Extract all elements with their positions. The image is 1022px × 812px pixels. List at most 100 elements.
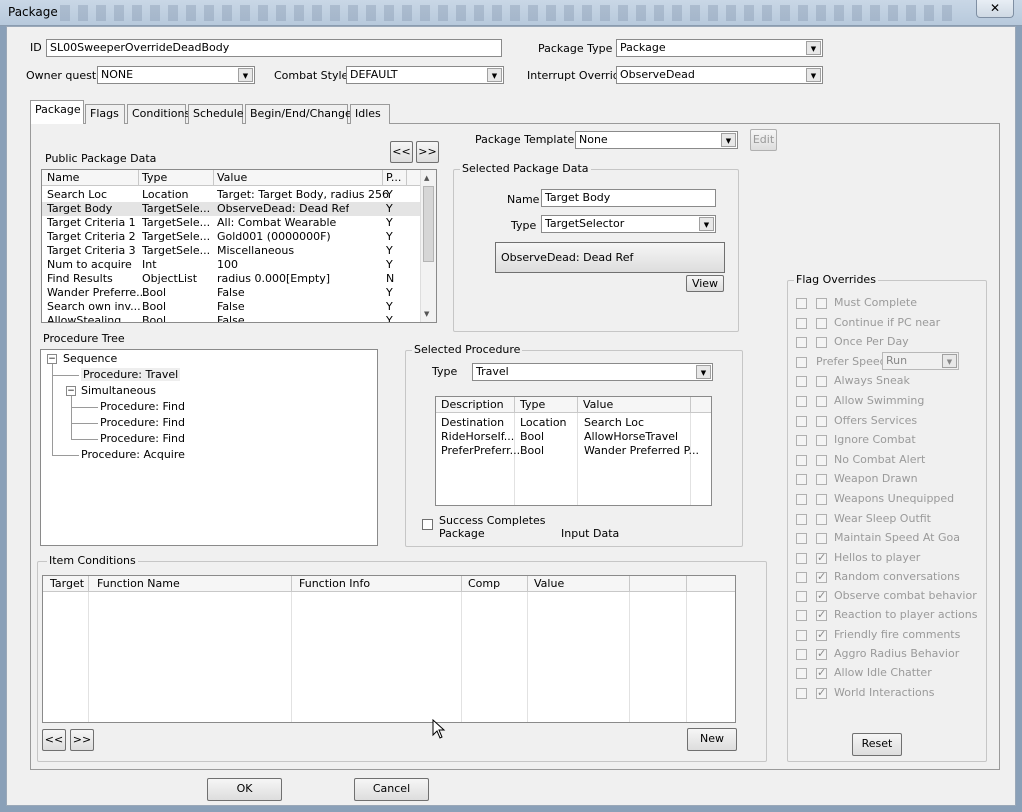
new-condition-button[interactable]: New — [687, 728, 737, 751]
procedure-tree[interactable]: − Sequence Procedure: Travel − Simultane… — [40, 349, 378, 546]
flag-checkbox[interactable] — [816, 337, 827, 348]
tab-flags[interactable]: Flags — [85, 104, 125, 124]
override-checkbox[interactable] — [796, 435, 807, 446]
col-p[interactable]: P... — [386, 171, 401, 184]
flag-checkbox[interactable] — [816, 628, 827, 641]
flag-checkbox[interactable] — [816, 533, 827, 544]
combat-style-select[interactable]: DEFAULT ▼ — [346, 66, 504, 84]
table-row[interactable]: Search own inv... Bool False Y — [42, 300, 420, 314]
table-row[interactable]: Target Criteria 2 TargetSele... Gold001 (0… — [42, 230, 420, 244]
flag-checkbox[interactable] — [816, 514, 827, 525]
public-data-scrollbar[interactable]: ▲ ▼ — [420, 170, 436, 322]
override-checkbox[interactable] — [796, 455, 807, 466]
col-value[interactable]: Value — [217, 171, 247, 184]
flag-checkbox[interactable] — [816, 376, 827, 387]
tab-begin-end-change[interactable]: Begin/End/Change — [245, 104, 352, 124]
package-type-select[interactable]: Package ▼ — [616, 39, 823, 57]
tree-node-find-1[interactable]: Procedure: Find — [100, 400, 185, 413]
flag-checkbox[interactable] — [816, 396, 827, 407]
col-proc-value[interactable]: Value — [583, 398, 613, 411]
table-row[interactable]: Search Loc Location Target: Target Body, r… — [42, 188, 420, 202]
table-row[interactable]: Num to acquire Int 100 Y — [42, 258, 420, 272]
table-row[interactable]: Target Criteria 1 TargetSele... All: Comb… — [42, 216, 420, 230]
table-row[interactable]: Target Body TargetSele... ObserveDead: Dea… — [42, 202, 420, 216]
tree-node-simultaneous[interactable]: Simultaneous — [81, 384, 156, 397]
table-row[interactable]: AllowStealing Bool False Y — [42, 314, 420, 322]
table-row[interactable]: PreferPreferr... Bool Wander Preferred P..… — [436, 444, 711, 458]
tree-node-sequence[interactable]: Sequence — [63, 352, 117, 365]
tab-package[interactable]: Package — [30, 100, 84, 124]
override-checkbox[interactable] — [796, 494, 807, 505]
collapse-icon[interactable]: − — [66, 386, 76, 396]
table-row[interactable]: Wander Preferre... Bool False Y — [42, 286, 420, 300]
flag-checkbox[interactable] — [816, 666, 827, 679]
table-row[interactable]: Find Results ObjectList radius 0.000[Empty… — [42, 272, 420, 286]
col-function-info[interactable]: Function Info — [299, 577, 370, 590]
override-checkbox[interactable] — [796, 357, 807, 368]
override-checkbox[interactable] — [796, 572, 807, 583]
tab-conditions[interactable]: Conditions — [127, 104, 190, 124]
sel-type-select[interactable]: TargetSelector ▼ — [541, 215, 716, 233]
scroll-thumb[interactable] — [423, 186, 434, 262]
flag-checkbox[interactable] — [816, 647, 827, 660]
tab-schedule[interactable]: Schedule — [188, 104, 244, 124]
scroll-down-icon[interactable]: ▼ — [424, 310, 429, 318]
reset-button[interactable]: Reset — [852, 733, 902, 756]
conditions-prev-button[interactable]: << — [42, 729, 66, 751]
override-checkbox[interactable] — [796, 396, 807, 407]
public-data-list[interactable]: Name Type Value P... Search Loc Location T… — [41, 169, 437, 323]
flag-checkbox[interactable] — [816, 608, 827, 621]
col-target[interactable]: Target — [50, 577, 84, 590]
override-checkbox[interactable] — [796, 688, 807, 699]
override-checkbox[interactable] — [796, 376, 807, 387]
package-template-select[interactable]: None ▼ — [575, 131, 738, 149]
col-type[interactable]: Type — [142, 171, 167, 184]
flag-checkbox[interactable] — [816, 416, 827, 427]
conditions-next-button[interactable]: >> — [70, 729, 94, 751]
flag-checkbox[interactable] — [816, 570, 827, 583]
success-completes-checkbox[interactable] — [422, 519, 433, 530]
flag-checkbox[interactable] — [816, 474, 827, 485]
view-button[interactable]: View — [686, 275, 724, 292]
override-checkbox[interactable] — [796, 474, 807, 485]
collapse-icon[interactable]: − — [47, 354, 57, 364]
tree-node-travel[interactable]: Procedure: Travel — [81, 368, 181, 381]
override-checkbox[interactable] — [796, 514, 807, 525]
prefer-speed-select[interactable]: Run ▼ — [882, 352, 959, 370]
procedure-data-list[interactable]: Description Type Value Destination Locati… — [435, 396, 712, 506]
override-checkbox[interactable] — [796, 298, 807, 309]
tree-node-find-2[interactable]: Procedure: Find — [100, 416, 185, 429]
owner-quest-select[interactable]: NONE ▼ — [97, 66, 255, 84]
tree-node-find-3[interactable]: Procedure: Find — [100, 432, 185, 445]
flag-checkbox[interactable] — [816, 318, 827, 329]
col-function-name[interactable]: Function Name — [97, 577, 180, 590]
col-description[interactable]: Description — [441, 398, 504, 411]
proc-type-select[interactable]: Travel ▼ — [472, 363, 713, 381]
cancel-button[interactable]: Cancel — [354, 778, 429, 801]
public-prev-button[interactable]: << — [390, 141, 413, 163]
sel-name-field[interactable]: Target Body — [541, 189, 716, 207]
override-checkbox[interactable] — [796, 591, 807, 602]
col-proc-type[interactable]: Type — [520, 398, 545, 411]
table-row[interactable]: RideHorseIf... Bool AllowHorseTravel — [436, 430, 711, 444]
public-next-button[interactable]: >> — [416, 141, 439, 163]
edit-button[interactable]: Edit — [750, 129, 777, 151]
interrupt-override-select[interactable]: ObserveDead ▼ — [616, 66, 823, 84]
override-checkbox[interactable] — [796, 318, 807, 329]
flag-checkbox[interactable] — [816, 551, 827, 564]
override-checkbox[interactable] — [796, 668, 807, 679]
tree-node-acquire[interactable]: Procedure: Acquire — [81, 448, 185, 461]
flag-checkbox[interactable] — [816, 298, 827, 309]
flag-checkbox[interactable] — [816, 455, 827, 466]
override-checkbox[interactable] — [796, 610, 807, 621]
sel-value-display[interactable]: ObserveDead: Dead Ref — [495, 242, 725, 273]
override-checkbox[interactable] — [796, 630, 807, 641]
override-checkbox[interactable] — [796, 649, 807, 660]
override-checkbox[interactable] — [796, 416, 807, 427]
tab-idles[interactable]: Idles — [350, 104, 390, 124]
flag-checkbox[interactable] — [816, 435, 827, 446]
col-name[interactable]: Name — [47, 171, 79, 184]
item-conditions-list[interactable]: Target Function Name Function Info Comp … — [42, 575, 736, 723]
table-row[interactable]: Destination Location Search Loc — [436, 416, 711, 430]
override-checkbox[interactable] — [796, 533, 807, 544]
